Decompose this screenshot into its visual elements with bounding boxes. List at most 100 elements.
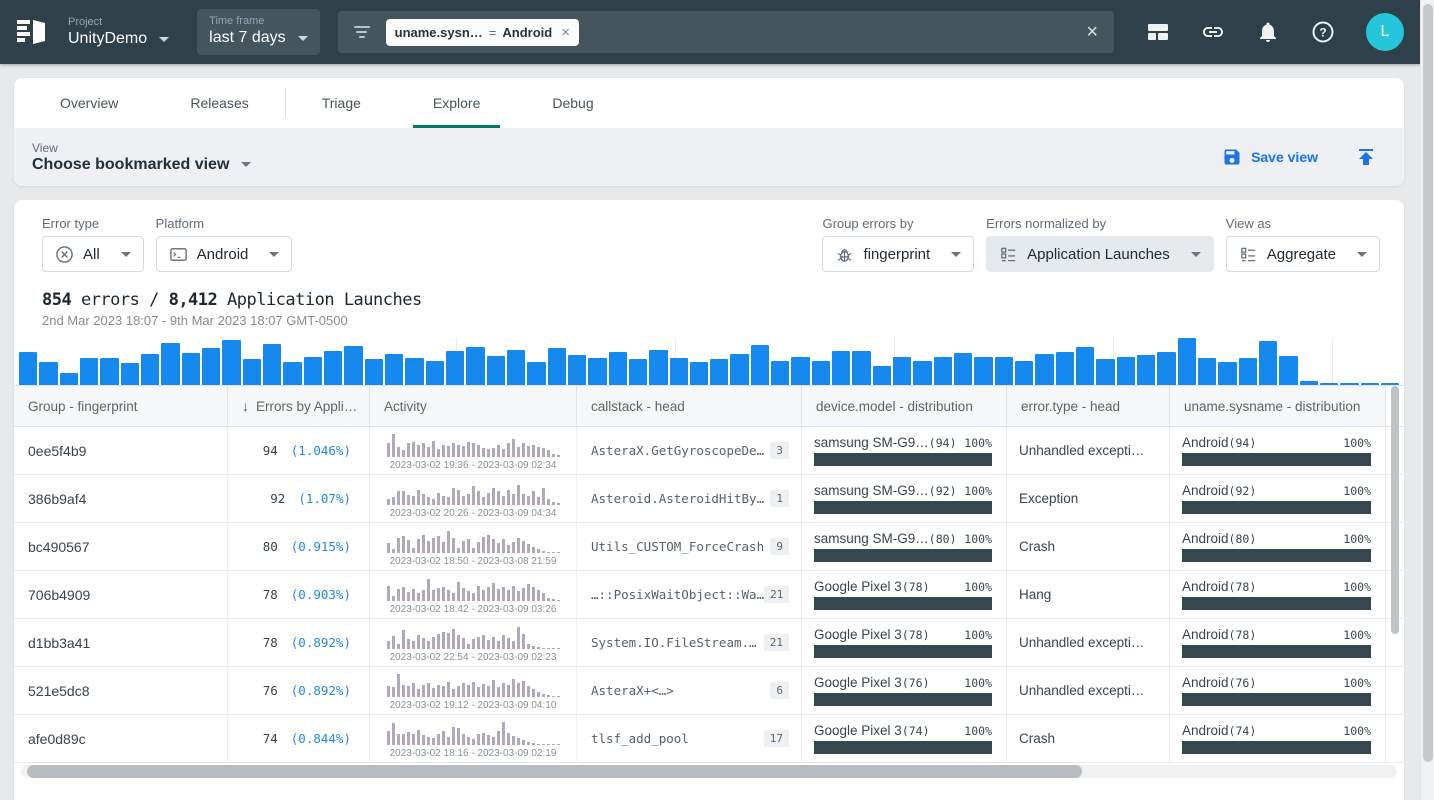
publish-icon[interactable]	[1354, 145, 1378, 169]
sparkline-bar	[552, 454, 555, 456]
platform-select[interactable]: Android	[156, 236, 293, 272]
histogram-bar	[609, 352, 627, 385]
horizontal-scrollbar[interactable]	[21, 765, 1397, 778]
dashboard-icon[interactable]	[1146, 20, 1170, 44]
tab-triage[interactable]: Triage	[286, 78, 397, 128]
notifications-bell-icon[interactable]	[1256, 20, 1280, 44]
table-row[interactable]: 0ee5f4b994(1.046%)2023-03-02 19:36 - 202…	[14, 427, 1404, 475]
backtrace-logo[interactable]	[14, 15, 48, 49]
row-gutter	[1386, 715, 1404, 762]
frame-count-badge: 21	[764, 634, 789, 651]
table-row[interactable]: bc49056780(0.915%)2023-03-02 18:50 - 202…	[14, 523, 1404, 571]
table-row[interactable]: d1bb3a4178(0.892%)2023-03-02 22:54 - 202…	[14, 619, 1404, 667]
cell-device-distribution-bar	[814, 549, 992, 562]
page-scrollbar[interactable]	[1420, 0, 1434, 800]
sparkline-bar	[432, 441, 435, 457]
sparkline-bar	[412, 548, 415, 553]
histogram-bar	[100, 358, 118, 385]
sparkline-bar	[537, 744, 540, 745]
histogram-bar	[1117, 357, 1135, 385]
header-cell[interactable]: uname.sysname - distribution	[1170, 386, 1386, 426]
sparkline-bar	[412, 734, 415, 745]
avatar[interactable]: L	[1366, 13, 1404, 51]
cell-os-distribution: Android(76)100%	[1170, 667, 1386, 714]
chip-remove-icon[interactable]: ×	[561, 24, 570, 41]
sparkline-bar	[452, 629, 455, 648]
chevron-down-icon	[159, 37, 169, 42]
cell-device-distribution-bar	[814, 693, 992, 706]
table-scrollbar-thumb[interactable]	[1391, 386, 1399, 634]
clear-filters-button[interactable]: ×	[1086, 22, 1098, 42]
sparkline-bar	[412, 442, 415, 457]
activity-date-range: 2023-03-02 22:54 - 2023-03-09 02:23	[390, 652, 557, 663]
sparkline-bar	[532, 743, 535, 744]
normalize-select[interactable]: Application Launches	[986, 236, 1214, 272]
header-cell[interactable]: Group - fingerprint	[14, 386, 228, 426]
cell-fingerprint: bc490567	[14, 523, 228, 570]
error-type-select[interactable]: All	[42, 236, 144, 272]
cell-errors: 76(0.892%)	[228, 667, 370, 714]
filter-icon	[354, 26, 370, 38]
cell-os-distribution-count: (94)	[1229, 436, 1257, 450]
table-row[interactable]: 706b490978(0.903%)2023-03-02 18:42 - 202…	[14, 571, 1404, 619]
tab-explore[interactable]: Explore	[397, 78, 516, 128]
tab-debug[interactable]: Debug	[516, 78, 629, 128]
sparkline-bar	[427, 737, 430, 744]
histogram-bar	[39, 362, 57, 386]
group-by-select[interactable]: fingerprint	[822, 236, 974, 272]
table-row[interactable]: 521e5dc876(0.892%)2023-03-02 19:12 - 202…	[14, 667, 1404, 715]
sparkline-bar	[557, 648, 560, 649]
timeframe-select[interactable]: Time frame last 7 days	[197, 9, 319, 55]
header-cell[interactable]: callstack - head	[577, 386, 802, 426]
histogram-bar	[141, 354, 159, 385]
activity-sparkline	[387, 721, 560, 745]
header-cell[interactable]: device.model - distribution	[802, 386, 1007, 426]
help-icon[interactable]: ?	[1311, 20, 1335, 44]
cell-fingerprint: d1bb3a41	[14, 619, 228, 666]
save-view-button[interactable]: Save view	[1222, 147, 1318, 167]
filter-chip[interactable]: uname.sysn… = Android ×	[386, 19, 579, 46]
table-row[interactable]: 386b9af492(1.07%)2023-03-02 20:26 - 2023…	[14, 475, 1404, 523]
sparkline-bar	[542, 744, 545, 745]
sparkline-bar	[407, 540, 410, 552]
callstack-frame: Utils_CUSTOM_ForceCrash	[591, 539, 764, 554]
cell-callstack: AsteraX+<…>6	[577, 667, 802, 714]
view-as-value: Aggregate	[1267, 246, 1336, 263]
activity-sparkline	[387, 433, 560, 457]
sparkline-bar	[502, 539, 505, 553]
error-histogram[interactable]	[19, 338, 1399, 385]
sparkline-bar	[392, 596, 395, 601]
project-select[interactable]: Project UnityDemo	[68, 16, 169, 48]
cell-os-distribution-percent: 100%	[1343, 580, 1371, 594]
horizontal-scrollbar-thumb[interactable]	[27, 765, 1082, 778]
sparkline-bar	[537, 647, 540, 648]
page-scrollbar-thumb[interactable]	[1423, 4, 1433, 762]
cell-device-distribution-label: samsung SM-G9…	[814, 483, 929, 498]
histogram-bar	[670, 358, 688, 385]
link-icon[interactable]	[1201, 20, 1225, 44]
sparkline-bar	[497, 445, 500, 457]
sparkline-bar	[417, 445, 420, 457]
filter-bar[interactable]: uname.sysn… = Android × ×	[338, 11, 1114, 53]
header-cell[interactable]: Activity	[370, 386, 577, 426]
table-row[interactable]: afe0d89c74(0.844%)2023-03-02 18:16 - 202…	[14, 715, 1404, 763]
bookmarked-view-select[interactable]: Choose bookmarked view	[32, 156, 251, 174]
tab-releases[interactable]: Releases	[154, 78, 284, 128]
sparkline-bar	[437, 685, 440, 697]
chip-value: Android	[502, 25, 552, 40]
sparkline-bar	[392, 636, 395, 648]
header-cell[interactable]: ↓Errors by Appli…	[228, 386, 370, 426]
sparkline-bar	[472, 639, 475, 649]
activity-date-range: 2023-03-02 19:12 - 2023-03-09 04:10	[390, 700, 557, 711]
header-cell[interactable]: error.type - head	[1007, 386, 1170, 426]
view-as-select[interactable]: Aggregate	[1226, 236, 1380, 272]
chevron-down-icon	[241, 162, 251, 167]
tab-overview[interactable]: Overview	[24, 78, 154, 128]
sparkline-bar	[542, 448, 545, 456]
cell-os-distribution-bar	[1182, 645, 1371, 658]
cell-device-distribution-count: (78)	[902, 628, 930, 642]
sparkline-bar	[417, 539, 420, 553]
sparkline-bar	[417, 635, 420, 648]
sparkline-bar	[507, 490, 510, 505]
table-header: Group - fingerprint↓Errors by Appli…Acti…	[14, 385, 1404, 427]
